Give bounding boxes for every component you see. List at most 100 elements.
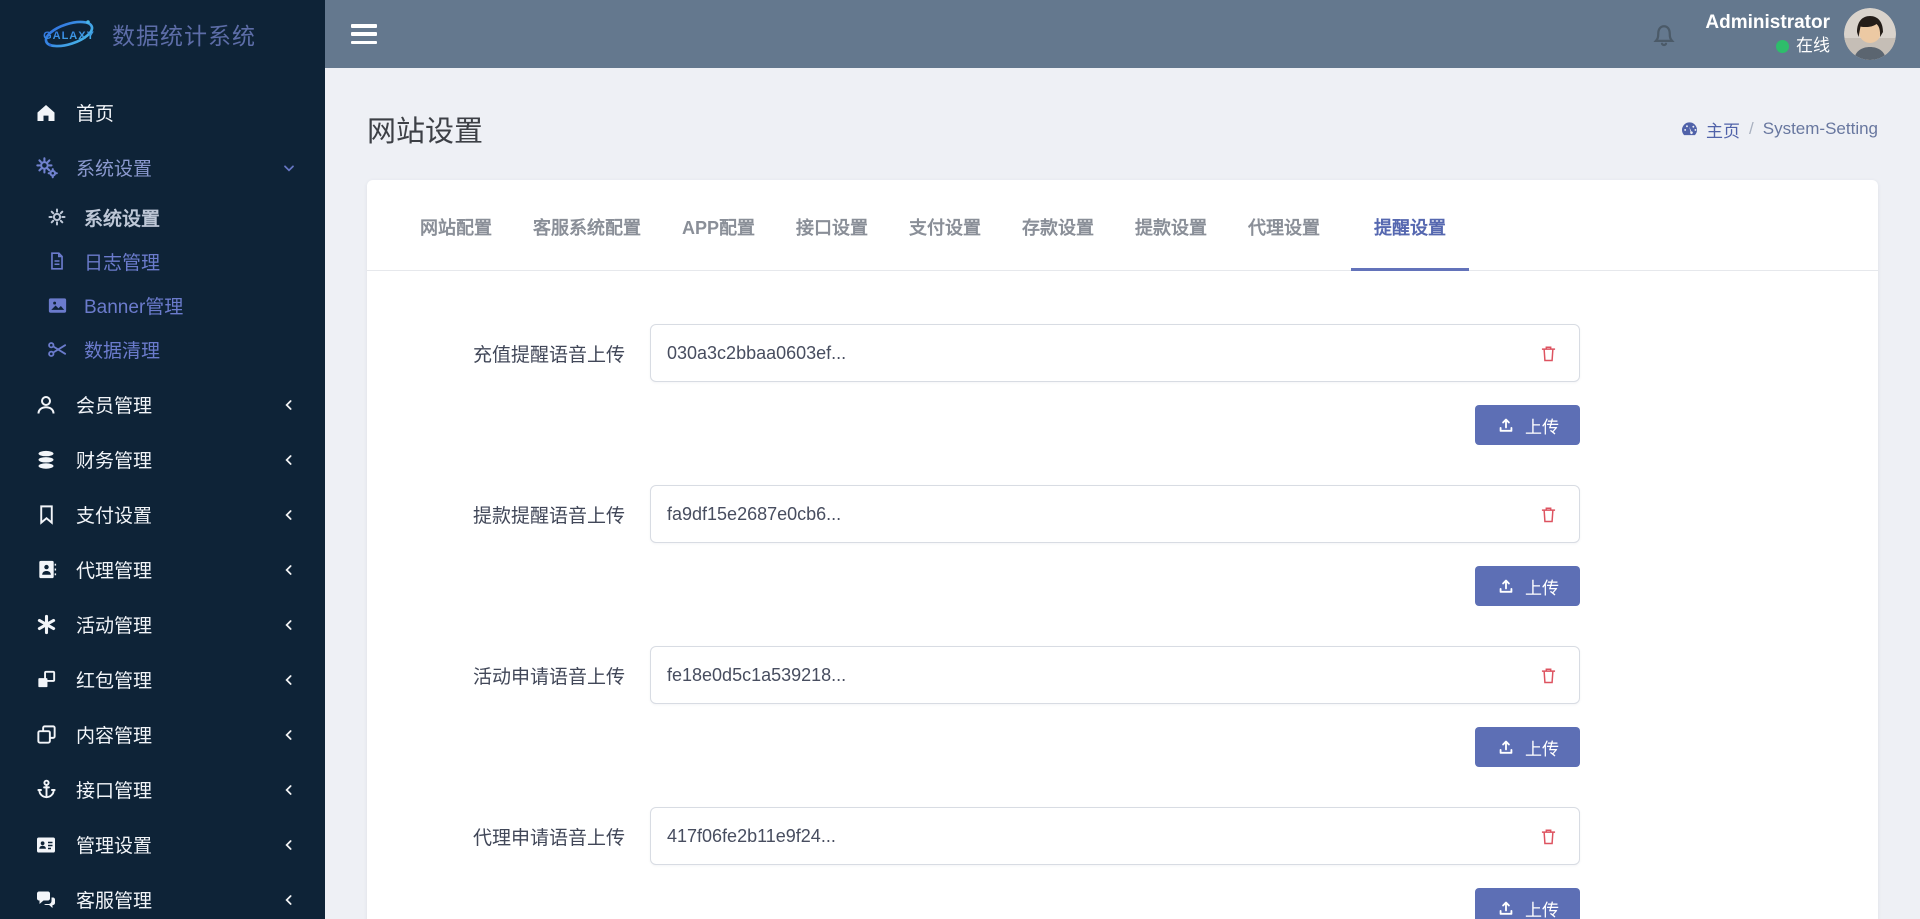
delete-recharge-voice-button[interactable] (1536, 341, 1561, 366)
upload-button-label: 上传 (1525, 417, 1559, 437)
recharge-voice-value: 030a3c2bbaa0603ef... (667, 342, 847, 363)
sidebar-nav: 首页 系统设置 系统设置 日志管理 Banner管理 数据清理 会员管理 财务管… (0, 68, 325, 919)
upload-row: 上传 (650, 727, 1580, 767)
tab-app-config[interactable]: APP配置 (672, 180, 765, 271)
sidebar: GALAXY 数据统计系统 首页 系统设置 系统设置 日志管理 Banner管理… (0, 0, 325, 919)
cubes-icon (33, 667, 59, 693)
upload-icon (1499, 579, 1513, 593)
withdraw-voice-value: fa9df15e2687e0cb6... (667, 503, 842, 524)
upload-agent-voice-button[interactable]: 上传 (1475, 888, 1580, 919)
sidebar-item-system-settings-group[interactable]: 系统设置 (0, 140, 325, 195)
bell-icon (1653, 25, 1676, 47)
sidebar-item-home[interactable]: 首页 (0, 85, 325, 140)
sidebar-item-payment-settings[interactable]: 支付设置 (0, 487, 325, 542)
sidebar-item-content-management[interactable]: 内容管理 (0, 707, 325, 762)
upload-button-label: 上传 (1525, 739, 1559, 759)
trash-icon (1541, 345, 1556, 361)
comments-icon (33, 887, 59, 913)
recharge-voice-input[interactable]: 030a3c2bbaa0603ef... (650, 324, 1580, 382)
sidebar-item-customer-service[interactable]: 客服管理 (0, 872, 325, 919)
notifications-button[interactable] (1649, 19, 1679, 49)
breadcrumb-home-label: 主页 (1706, 121, 1740, 141)
delete-activity-voice-button[interactable] (1536, 663, 1561, 688)
user-icon (33, 392, 59, 418)
trash-icon (1541, 506, 1556, 522)
tab-website-config[interactable]: 网站配置 (410, 180, 502, 271)
upload-recharge-voice-button[interactable]: 上传 (1475, 405, 1580, 445)
tab-api-settings[interactable]: 接口设置 (786, 180, 878, 271)
sidebar-item-agent-management[interactable]: 代理管理 (0, 542, 325, 597)
field-label: 代理申请语音上传 (472, 828, 625, 849)
field-column: 417f06fe2b11e9f24... 上传 (650, 807, 1580, 919)
chevron-left-icon (285, 454, 292, 465)
tab-customer-service-config[interactable]: 客服系统配置 (523, 180, 651, 271)
chevron-left-icon (285, 564, 292, 575)
sidebar-item-member-management[interactable]: 会员管理 (0, 377, 325, 432)
tab-deposit-settings[interactable]: 存款设置 (1012, 180, 1104, 271)
delete-withdraw-voice-button[interactable] (1536, 502, 1561, 527)
tab-withdrawal-settings[interactable]: 提款设置 (1125, 180, 1217, 271)
address-book-icon (33, 557, 59, 583)
upload-row: 上传 (650, 566, 1580, 606)
agent-voice-value: 417f06fe2b11e9f24... (667, 825, 836, 846)
sidebar-subitem-label: 数据清理 (84, 340, 161, 362)
avatar[interactable] (1844, 8, 1896, 60)
sidebar-subitem-system-settings[interactable]: 系统设置 (0, 195, 325, 239)
page-title: 网站设置 (367, 116, 484, 148)
tab-payment-settings[interactable]: 支付设置 (899, 180, 991, 271)
chevron-down-icon (284, 164, 294, 172)
anchor-icon (33, 777, 59, 803)
field-label: 提款提醒语音上传 (472, 506, 625, 527)
upload-withdraw-voice-button[interactable]: 上传 (1475, 566, 1580, 606)
user-status: 在线 (1705, 35, 1830, 58)
avatar-image (1844, 8, 1896, 60)
upload-activity-voice-button[interactable]: 上传 (1475, 727, 1580, 767)
system-settings-submenu: 系统设置 日志管理 Banner管理 数据清理 (0, 195, 325, 371)
clone-icon (33, 722, 59, 748)
chevron-left-icon (285, 509, 292, 520)
main-area: Administrator 在线 网站设置 主页 / System-Settin… (325, 0, 1920, 919)
sidebar-item-finance-management[interactable]: 财务管理 (0, 432, 325, 487)
agent-voice-input[interactable]: 417f06fe2b11e9f24... (650, 807, 1580, 865)
sidebar-item-label: 会员管理 (76, 396, 153, 417)
dashboard-icon (1681, 121, 1698, 135)
upload-icon (1499, 418, 1513, 432)
sidebar-item-redpacket-management[interactable]: 红包管理 (0, 652, 325, 707)
chevron-left-icon (285, 674, 292, 685)
upload-row: 上传 (650, 888, 1580, 919)
form-row-recharge-voice: 充值提醒语音上传 030a3c2bbaa0603ef... 上传 (367, 324, 1878, 445)
chevron-left-icon (285, 399, 292, 410)
withdraw-voice-input[interactable]: fa9df15e2687e0cb6... (650, 485, 1580, 543)
gear-icon (45, 205, 69, 229)
scissors-icon (45, 337, 69, 361)
sidebar-item-label: 接口管理 (76, 781, 153, 802)
app-title: 数据统计系统 (112, 23, 256, 49)
breadcrumb: 主页 / System-Setting (1680, 117, 1878, 142)
sidebar-item-label: 内容管理 (76, 726, 153, 747)
upload-icon (1499, 740, 1513, 754)
sidebar-item-admin-settings[interactable]: 管理设置 (0, 817, 325, 872)
sidebar-toggle-button[interactable] (351, 24, 377, 44)
breadcrumb-home-link[interactable]: 主页 (1680, 117, 1740, 142)
sidebar-item-label: 系统设置 (76, 159, 153, 180)
upload-button-label: 上传 (1525, 900, 1559, 919)
upload-row: 上传 (650, 405, 1580, 445)
tab-agent-settings[interactable]: 代理设置 (1238, 180, 1330, 271)
form-row-activity-voice: 活动申请语音上传 fe18e0d5c1a539218... 上传 (367, 646, 1878, 767)
sidebar-item-api-management[interactable]: 接口管理 (0, 762, 325, 817)
delete-agent-voice-button[interactable] (1536, 824, 1561, 849)
sidebar-subitem-data-cleanup[interactable]: 数据清理 (0, 327, 325, 371)
settings-tabs: 网站配置 客服系统配置 APP配置 接口设置 支付设置 存款设置 提款设置 代理… (367, 180, 1878, 271)
asterisk-icon (33, 612, 59, 638)
field-column: 030a3c2bbaa0603ef... 上传 (650, 324, 1580, 445)
id-card-icon (33, 832, 59, 858)
app-logo[interactable]: GALAXY 数据统计系统 (0, 0, 325, 68)
sidebar-item-label: 管理设置 (76, 836, 153, 857)
tab-reminder-settings[interactable]: 提醒设置 (1351, 180, 1470, 271)
sidebar-item-activity-management[interactable]: 活动管理 (0, 597, 325, 652)
activity-voice-input[interactable]: fe18e0d5c1a539218... (650, 646, 1580, 704)
user-meta[interactable]: Administrator 在线 (1705, 10, 1830, 59)
sidebar-subitem-banner-management[interactable]: Banner管理 (0, 283, 325, 327)
sidebar-subitem-log-management[interactable]: 日志管理 (0, 239, 325, 283)
sidebar-item-label: 红包管理 (76, 671, 153, 692)
